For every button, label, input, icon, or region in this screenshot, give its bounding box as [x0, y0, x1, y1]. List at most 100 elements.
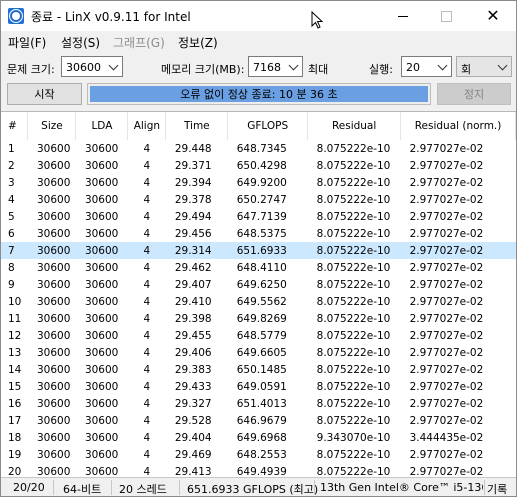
- table-row[interactable]: 13 30600 30600 4 29.406 649.6605 8.075222e-10 2…: [1, 344, 516, 361]
- table-cell: 29.462: [174, 261, 212, 274]
- memory-size-value: 7168: [253, 61, 281, 74]
- table-cell: 8.075222e-10: [316, 193, 391, 206]
- menu-file[interactable]: 파일(F): [8, 34, 46, 51]
- table-cell: 30600: [27, 242, 76, 259]
- table-cell: 1: [8, 142, 15, 155]
- runs-combo[interactable]: 20: [401, 56, 452, 77]
- table-cell: 2.977027e-02: [409, 465, 484, 478]
- table-cell: 648.5779: [236, 329, 287, 342]
- table-row[interactable]: 20 30600 30600 4 29.413 649.4939 8.075222e-10 2…: [1, 463, 516, 478]
- table-cell: 30600: [36, 329, 71, 342]
- table-row[interactable]: 9 30600 30600 4 29.407 649.6250 8.075222e-10 2.…: [1, 276, 516, 293]
- table-cell: 30600: [36, 397, 71, 410]
- table-cell: 30600: [84, 414, 119, 427]
- runs-label: 실행:: [369, 63, 393, 76]
- table-cell: 4: [143, 176, 151, 189]
- table-cell: 2.977027e-02: [409, 159, 484, 172]
- title-bar[interactable]: 종료 - LinX v0.9.11 for Intel ✕: [1, 1, 516, 31]
- table-row[interactable]: 5 30600 30600 4 29.494 647.7139 8.075222e-10 2.…: [1, 208, 516, 225]
- start-button[interactable]: 시작: [7, 83, 82, 105]
- table-cell: 8.075222e-10: [316, 448, 391, 461]
- column-header[interactable]: Residual (norm.): [400, 112, 516, 140]
- menu-graph[interactable]: 그래프(G): [113, 34, 165, 51]
- table-cell: 8: [8, 261, 15, 274]
- column-header[interactable]: Align: [127, 112, 167, 140]
- results-table-container[interactable]: # Size LDA Align Time GFLOPS Residual Residual …: [1, 111, 516, 478]
- table-cell: 650.4298: [236, 159, 287, 172]
- status-separator: [314, 480, 315, 495]
- table-cell: 30600: [84, 227, 119, 240]
- results-table: # Size LDA Align Time GFLOPS Residual Residual …: [1, 112, 516, 478]
- log-button[interactable]: 기록: [487, 481, 507, 496]
- action-row: 시작 오류 없이 정상 종료: 10 분 36 초 정지: [1, 82, 516, 106]
- problem-size-combo[interactable]: 30600: [61, 56, 123, 77]
- stop-button[interactable]: 정지: [437, 83, 511, 105]
- table-cell: 10: [8, 295, 22, 308]
- maximize-button[interactable]: [424, 1, 468, 31]
- table-cell: 2.977027e-02: [409, 142, 484, 155]
- table-cell: 9.343070e-10: [316, 431, 391, 444]
- table-row[interactable]: 2 30600 30600 4 29.371 650.4298 8.075222e-10 2.…: [1, 157, 516, 174]
- chevron-down-icon: [497, 60, 508, 71]
- column-header[interactable]: GFLOPS: [227, 112, 309, 140]
- table-cell: 29.469: [174, 448, 212, 461]
- table-row[interactable]: 4 30600 30600 4 29.378 650.2747 8.075222e-10 2.…: [1, 191, 516, 208]
- table-row[interactable]: 12 30600 30600 4 29.455 648.5779 8.075222e-10 2…: [1, 327, 516, 344]
- table-cell: 14: [8, 363, 22, 376]
- table-cell: 29.394: [174, 176, 212, 189]
- table-row[interactable]: 7 30600 30600 4 29.314 651.6933 8.075222e-10 2.…: [1, 242, 516, 259]
- table-cell: 29.383: [174, 363, 212, 376]
- table-row[interactable]: 10 30600 30600 4 29.410 649.5562 8.075222e-10 2…: [1, 293, 516, 310]
- table-cell: 648.5375: [236, 227, 287, 240]
- table-cell: 649.6250: [236, 278, 287, 291]
- table-row[interactable]: 18 30600 30600 4 29.404 649.6968 9.343070e-10 3…: [1, 429, 516, 446]
- column-header[interactable]: Size: [27, 112, 77, 140]
- table-cell: 2.977027e-02: [409, 193, 484, 206]
- table-cell: 15: [8, 380, 22, 393]
- table-row[interactable]: 6 30600 30600 4 29.456 648.5375 8.075222e-10 2.…: [1, 225, 516, 242]
- memory-size-label: 메모리 크기(MB):: [161, 63, 245, 76]
- linx-window: 종료 - LinX v0.9.11 for Intel ✕ 파일(F) 설정(S…: [0, 0, 517, 497]
- memory-max-label: 최대: [308, 63, 329, 76]
- table-cell: 30600: [84, 380, 119, 393]
- table-cell: 3: [8, 176, 15, 189]
- table-cell: 4: [143, 448, 151, 461]
- table-cell: 649.5562: [236, 295, 287, 308]
- table-row[interactable]: 3 30600 30600 4 29.394 649.9200 8.075222e-10 2.…: [1, 174, 516, 191]
- table-cell: 2.977027e-02: [409, 278, 484, 291]
- table-cell: 30600: [36, 278, 71, 291]
- table-cell: 8.075222e-10: [316, 329, 391, 342]
- menu-settings[interactable]: 설정(S): [61, 34, 100, 51]
- table-row[interactable]: 8 30600 30600 4 29.462 648.4110 8.075222e-10 2.…: [1, 259, 516, 276]
- table-cell: 30600: [84, 278, 119, 291]
- linx-app-icon: [8, 8, 24, 24]
- minimize-button[interactable]: [381, 1, 425, 31]
- table-row[interactable]: 19 30600 30600 4 29.469 648.2553 8.075222e-10 2…: [1, 446, 516, 463]
- table-cell: 4: [8, 193, 15, 206]
- column-header[interactable]: Time: [165, 112, 229, 140]
- status-message: 오류 없이 정상 종료: 10 분 36 초: [90, 86, 428, 102]
- column-header[interactable]: #: [1, 112, 29, 140]
- table-cell: 8.075222e-10: [316, 380, 391, 393]
- table-row[interactable]: 11 30600 30600 4 29.398 649.8269 8.075222e-10 2…: [1, 310, 516, 327]
- chevron-down-icon: [437, 60, 448, 71]
- column-header[interactable]: Residual: [307, 112, 402, 140]
- table-row[interactable]: 16 30600 30600 4 29.327 651.4013 8.075222e-10 2…: [1, 395, 516, 412]
- table-row[interactable]: 14 30600 30600 4 29.383 650.1485 8.075222e-10 2…: [1, 361, 516, 378]
- table-row[interactable]: 17 30600 30600 4 29.528 646.9679 8.075222e-10 2…: [1, 412, 516, 429]
- table-row[interactable]: 15 30600 30600 4 29.433 649.0591 8.075222e-10 2…: [1, 378, 516, 395]
- table-row[interactable]: 1 30600 30600 4 29.448 648.7345 8.075222e-10 2.…: [1, 140, 516, 157]
- menu-info[interactable]: 정보(Z): [178, 34, 218, 51]
- column-header[interactable]: LDA: [75, 112, 129, 140]
- close-button[interactable]: ✕: [471, 1, 515, 31]
- table-cell: 4: [143, 465, 151, 478]
- table-cell: 16: [8, 397, 22, 410]
- table-cell: 29.327: [174, 397, 212, 410]
- memory-size-combo[interactable]: 7168: [248, 56, 303, 77]
- table-cell: 4: [127, 242, 166, 259]
- table-cell: 29.433: [174, 380, 212, 393]
- table-cell: 4: [143, 363, 151, 376]
- table-cell: 30600: [84, 329, 119, 342]
- runs-unit-combo[interactable]: 회: [456, 56, 512, 77]
- table-cell: 13: [8, 346, 22, 359]
